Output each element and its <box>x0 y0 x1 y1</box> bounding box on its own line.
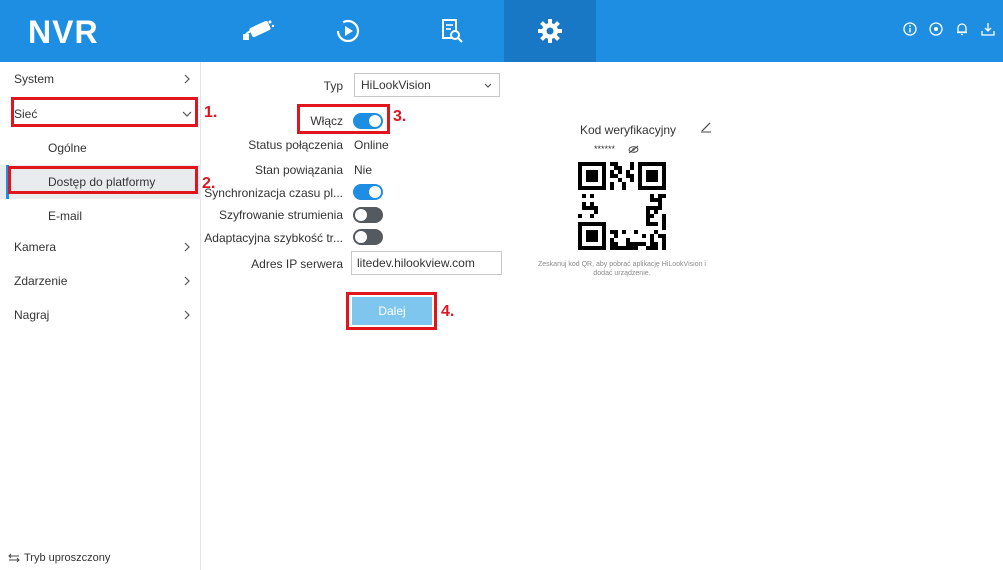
binding-value: Nie <box>354 163 373 177</box>
sidebar-item-label: Sieć <box>14 107 38 121</box>
eye-hidden-icon[interactable] <box>628 145 639 154</box>
enable-label: Włącz <box>310 114 343 128</box>
search-file-icon <box>442 19 463 43</box>
nav-settings[interactable] <box>504 0 596 62</box>
sidebar-item-platform-access[interactable]: Dostęp do platformy <box>0 165 201 199</box>
chevron-down-icon <box>484 83 492 88</box>
annotation-label-2: 2. <box>202 175 216 192</box>
qr-caption: Zeskanuj kod QR, aby pobrać aplikację Hi… <box>538 261 706 277</box>
stream-encryption-toggle[interactable] <box>353 207 383 223</box>
server-ip-input[interactable] <box>351 251 502 275</box>
sidebar-item-camera[interactable]: Kamera <box>0 230 201 264</box>
type-label: Typ <box>323 79 343 93</box>
qr-code-image <box>578 162 666 250</box>
camera-live-view-icon <box>243 20 275 40</box>
info-icon[interactable] <box>903 22 919 38</box>
gear-icon <box>538 19 562 43</box>
nav-playback[interactable] <box>306 0 390 62</box>
sidebar-item-record[interactable]: Nagraj <box>0 298 201 332</box>
status-value: Online <box>354 138 389 152</box>
toggle-knob <box>369 186 381 198</box>
simple-mode-label: Tryb uproszczony <box>24 552 111 564</box>
annotation-label-1: 1. <box>204 104 218 121</box>
chevron-right-icon <box>184 242 190 252</box>
toggle-knob <box>369 115 381 127</box>
chevron-right-icon <box>184 74 190 84</box>
nav-search[interactable] <box>410 0 494 62</box>
verification-code-label: Kod weryfikacyjny <box>580 123 677 137</box>
sidebar-item-label: Ogólne <box>48 141 87 155</box>
chevron-down-icon <box>182 111 192 117</box>
next-button[interactable]: Dalej <box>352 297 432 325</box>
enable-toggle[interactable] <box>353 113 383 129</box>
chevron-right-icon <box>184 276 190 286</box>
binding-label: Stan powiązania <box>254 163 343 177</box>
sidebar-item-event[interactable]: Zdarzenie <box>0 264 201 298</box>
playback-icon <box>336 19 360 43</box>
sidebar-item-label: Nagraj <box>14 308 50 322</box>
sidebar-item-email[interactable]: E-mail <box>0 199 201 233</box>
chevron-right-icon <box>184 310 190 320</box>
app-logo: NVR <box>28 14 99 50</box>
edit-pencil-icon[interactable] <box>700 121 712 133</box>
sidebar-item-network[interactable]: Sieć <box>0 97 201 131</box>
download-icon[interactable] <box>981 22 997 38</box>
type-select-value: HiLookVision <box>361 78 431 92</box>
top-right-icons <box>903 22 997 38</box>
annotation-label-3: 3. <box>393 108 407 125</box>
time-sync-label: Synchronizacja czasu pl... <box>204 186 343 200</box>
nav-live-view[interactable] <box>216 0 300 62</box>
toggle-knob <box>355 231 367 243</box>
swap-arrows-icon <box>8 553 20 563</box>
sidebar-item-label: Zdarzenie <box>14 274 68 288</box>
sidebar-item-label: Dostęp do platformy <box>48 175 156 189</box>
sidebar-item-label: System <box>14 72 55 86</box>
annotation-label-4: 4. <box>441 303 455 320</box>
top-bar: NVR <box>0 0 1003 62</box>
time-sync-toggle[interactable] <box>353 184 383 200</box>
sidebar-item-system[interactable]: System <box>0 62 201 96</box>
target-icon[interactable] <box>929 22 945 38</box>
simple-mode-toggle[interactable]: Tryb uproszczony <box>8 552 110 564</box>
adaptive-bitrate-label: Adaptacyjna szybkość tr... <box>204 231 343 245</box>
sidebar: System Sieć Ogólne Dostęp do platformy E… <box>0 62 201 570</box>
sidebar-item-general[interactable]: Ogólne <box>0 131 201 165</box>
type-select[interactable]: HiLookVision <box>354 73 500 97</box>
toggle-knob <box>355 209 367 221</box>
stream-encryption-label: Szyfrowanie strumienia <box>218 208 343 222</box>
sidebar-item-label: E-mail <box>48 209 83 223</box>
verification-code-masked: ****** <box>594 144 616 154</box>
status-label: Status połączenia <box>248 138 343 152</box>
adaptive-bitrate-toggle[interactable] <box>353 229 383 245</box>
sidebar-item-label: Kamera <box>14 240 57 254</box>
server-ip-label: Adres IP serwera <box>251 257 343 271</box>
bell-icon[interactable] <box>955 22 971 38</box>
